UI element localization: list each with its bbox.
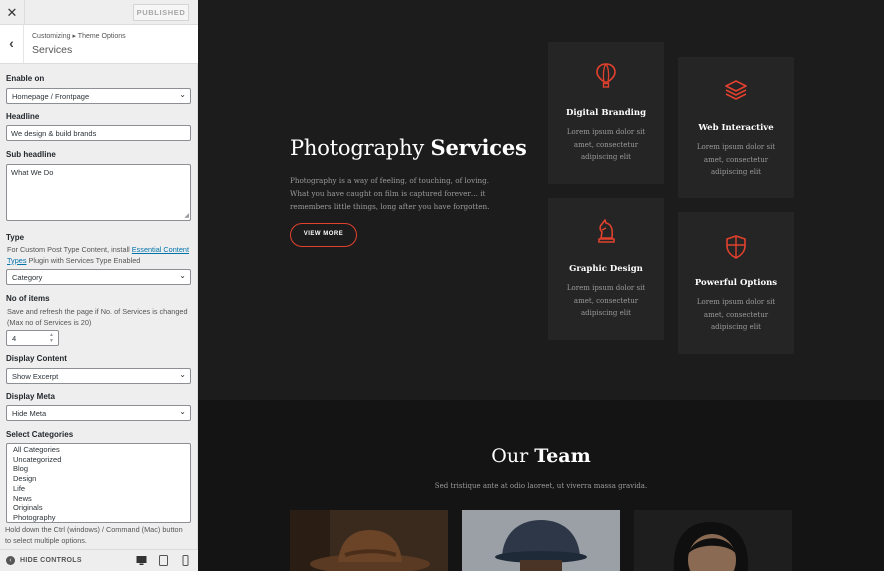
team-title: Our Team <box>198 445 884 467</box>
controls-panel[interactable]: Enable on Homepage / Frontpage ⌄ Headlin… <box>0 64 198 548</box>
display-content-label: Display Content <box>6 354 67 363</box>
chevron-down-icon: ⌄ <box>179 407 186 416</box>
card-text: Lorem ipsum dolor sit amet, consectetur … <box>696 298 776 331</box>
shield-icon <box>726 235 746 259</box>
type-value: Category <box>12 273 43 282</box>
site-preview: Photography Services Photography is a wa… <box>198 0 884 571</box>
close-icon[interactable]: ✕ <box>0 0 25 25</box>
chevron-down-icon: ⌄ <box>179 370 186 379</box>
display-meta-value: Hide Meta <box>12 409 47 418</box>
category-option[interactable]: Life <box>13 484 190 494</box>
resize-grip-icon[interactable]: ◢ <box>184 212 189 219</box>
service-card-powerful-options[interactable]: Powerful Options Lorem ipsum dolor sit a… <box>678 212 794 354</box>
hot-air-balloon-icon <box>596 63 616 88</box>
back-arrow-icon[interactable]: ‹ <box>0 25 24 63</box>
team-section: Our Team Sed tristique ante at odio laor… <box>198 400 884 571</box>
mobile-icon[interactable] <box>180 555 191 566</box>
sub-headline-textarea[interactable]: What We Do ◢ <box>6 164 191 221</box>
chevron-down-icon: ⌄ <box>179 90 186 99</box>
team-subtitle: Sed tristique ante at odio laoreet, ut v… <box>434 482 648 490</box>
headline-label: Headline <box>6 112 40 121</box>
headline-input[interactable]: We design & build brands <box>6 125 191 141</box>
collapse-icon[interactable]: ‹ <box>6 556 15 565</box>
display-content-value: Show Excerpt <box>12 372 59 381</box>
section-header: ‹ Customizing ▸ Theme Options Services <box>0 25 198 64</box>
card-text: Lorem ipsum dolor sit amet, consectetur … <box>696 143 776 176</box>
tablet-icon[interactable] <box>158 555 169 566</box>
display-content-select[interactable]: Show Excerpt ⌄ <box>6 368 191 384</box>
card-title: Web Interactive <box>698 123 774 133</box>
team-title-bold: Team <box>534 445 591 467</box>
section-title: Services <box>32 44 73 56</box>
card-text: Lorem ipsum dolor sit amet, consectetur … <box>566 284 646 317</box>
card-text: Lorem ipsum dolor sit amet, consectetur … <box>566 128 646 161</box>
no-of-items-description: Save and refresh the page if No. of Serv… <box>7 307 188 327</box>
category-option[interactable]: All Categories <box>13 445 190 455</box>
services-title-light: Photography <box>290 136 425 160</box>
services-text: Photography is a way of feeling, of touc… <box>290 176 490 211</box>
sub-headline-value: What We Do <box>11 168 54 177</box>
chevron-down-icon: ⌄ <box>179 271 186 280</box>
published-button[interactable]: PUBLISHED <box>133 4 189 21</box>
view-more-button[interactable]: VIEW MORE <box>290 223 357 247</box>
type-desc-text: For Custom Post Type Content, install <box>7 245 132 254</box>
display-meta-select[interactable]: Hide Meta ⌄ <box>6 405 191 421</box>
team-photo-hat-man[interactable] <box>290 510 448 571</box>
categories-help: Hold down the Ctrl (windows) / Command (… <box>5 525 183 545</box>
chess-knight-icon <box>598 219 615 243</box>
services-title-bold: Services <box>430 135 527 160</box>
no-of-items-label: No of items <box>6 294 50 303</box>
enable-on-value: Homepage / Frontpage <box>12 92 90 101</box>
customizer-topbar: ✕ PUBLISHED <box>0 0 198 25</box>
type-select[interactable]: Category ⌄ <box>6 269 191 285</box>
category-option[interactable]: Blog <box>13 464 190 474</box>
card-title: Graphic Design <box>569 264 643 274</box>
category-option[interactable]: Originals <box>13 503 190 513</box>
enable-on-select[interactable]: Homepage / Frontpage ⌄ <box>6 88 191 104</box>
type-desc-text-end: Plugin with Services Type Enabled <box>26 255 141 265</box>
card-title: Powerful Options <box>694 278 778 288</box>
no-of-items-input[interactable]: 4 ▲ ▼ <box>6 330 59 346</box>
category-option[interactable]: Uncategorized <box>13 455 190 465</box>
team-photo-woman[interactable] <box>634 510 792 571</box>
layers-icon <box>725 80 747 100</box>
categories-listbox[interactable]: All Categories Uncategorized Blog Design… <box>6 443 191 523</box>
category-option[interactable]: Design <box>13 474 190 484</box>
category-option[interactable]: News <box>13 494 190 504</box>
stepper-icon[interactable]: ▲ ▼ <box>49 332 54 344</box>
service-card-web-interactive[interactable]: Web Interactive Lorem ipsum dolor sit am… <box>678 57 794 198</box>
category-option[interactable]: Photography <box>13 513 190 522</box>
breadcrumb: Customizing ▸ Theme Options <box>32 33 126 40</box>
service-card-digital-branding[interactable]: Digital Branding Lorem ipsum dolor sit a… <box>548 42 664 184</box>
hide-controls-button[interactable]: HIDE CONTROLS <box>20 557 82 564</box>
customizer-sidebar: ✕ PUBLISHED ‹ Customizing ▸ Theme Option… <box>0 0 198 571</box>
no-of-items-value: 4 <box>12 334 17 343</box>
sub-headline-label: Sub headline <box>6 150 56 159</box>
desktop-icon[interactable] <box>136 555 147 566</box>
services-title: Photography Services <box>290 135 527 160</box>
customizer-footer: ‹ HIDE CONTROLS <box>0 549 198 571</box>
card-title: Digital Branding <box>565 108 647 118</box>
team-title-light: Our <box>491 445 529 467</box>
select-categories-label: Select Categories <box>6 430 74 439</box>
display-meta-label: Display Meta <box>6 392 55 401</box>
service-card-graphic-design[interactable]: Graphic Design Lorem ipsum dolor sit ame… <box>548 198 664 340</box>
team-photo-cap-man[interactable] <box>462 510 620 571</box>
type-description: For Custom Post Type Content, install Es… <box>7 245 191 266</box>
type-label: Type <box>6 233 25 242</box>
enable-on-label: Enable on <box>6 74 45 83</box>
